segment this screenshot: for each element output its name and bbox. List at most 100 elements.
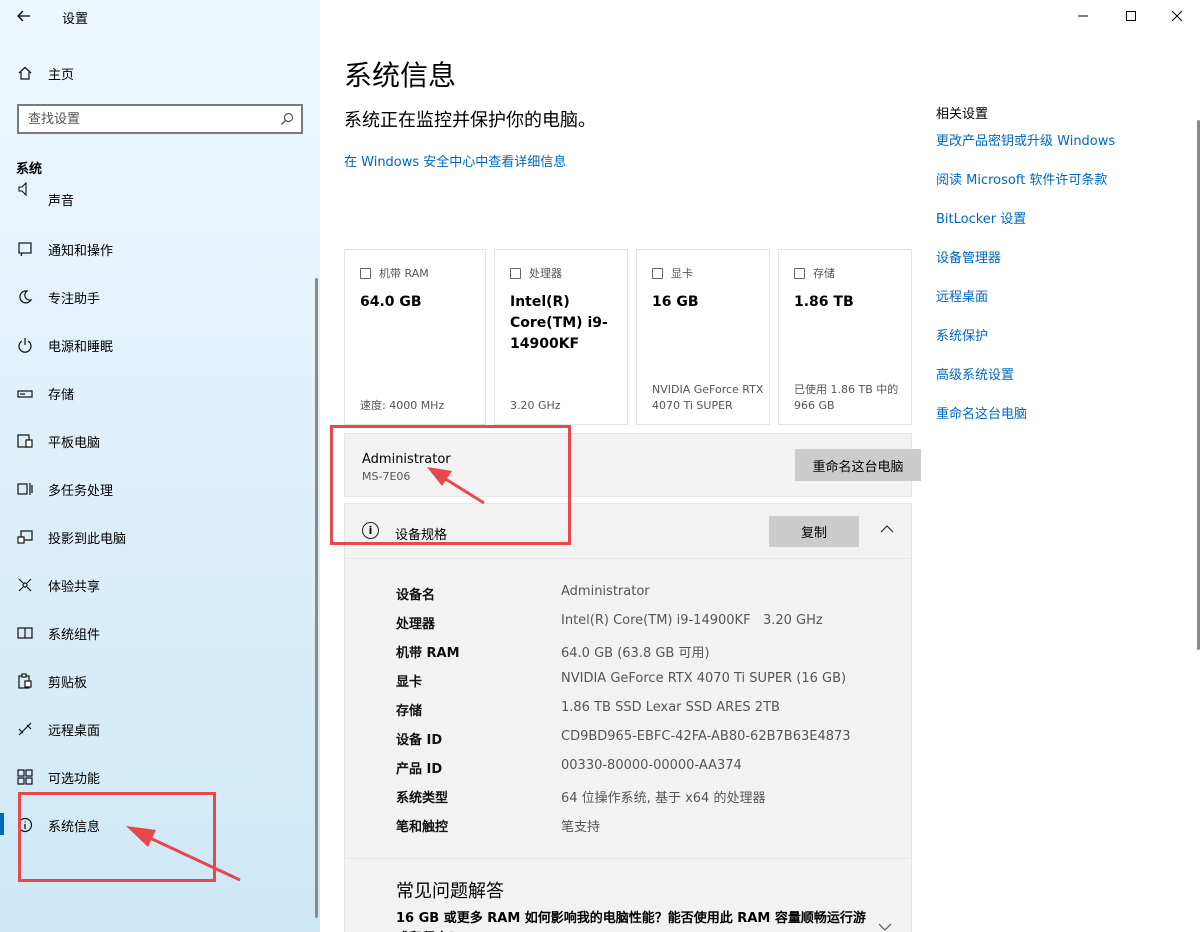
sidebar-item-label: 系统组件 (48, 627, 101, 643)
search-input[interactable] (19, 106, 259, 132)
spec-key: 存储 (396, 704, 423, 719)
sidebar-item-tablet[interactable]: 平板电脑 (0, 421, 320, 461)
spec-key: 显卡 (396, 675, 423, 690)
spec-key: 机带 RAM (396, 646, 460, 661)
sidebar-item-label: 专注助手 (48, 291, 101, 307)
back-arrow-icon (17, 10, 30, 22)
card-sub: 速度: 4000 MHz (360, 399, 445, 412)
sidebar-item-label: 远程桌面 (48, 723, 101, 739)
sidebar-item-remote-desktop[interactable]: 远程桌面 (0, 709, 320, 749)
sidebar-item-label: 主页 (48, 67, 75, 83)
annotation-box-device (330, 425, 571, 545)
speaker-icon (16, 182, 34, 198)
clipboard-icon (16, 672, 34, 690)
page-subtitle: 系统正在监控并保护你的电脑。 (344, 110, 596, 131)
spec-key: 产品 ID (396, 762, 443, 777)
faq-section: 常见问题解答 16 GB 或更多 RAM 如何影响我的电脑性能？能否使用此 RA… (344, 858, 912, 932)
sidebar-item-power[interactable]: 电源和睡眠 (0, 325, 320, 365)
sidebar-item-storage[interactable]: 存储 (0, 373, 320, 413)
card-label: 显卡 (671, 267, 693, 280)
moon-icon (16, 288, 34, 306)
components-icon (16, 624, 34, 642)
spec-key: 系统类型 (396, 791, 449, 806)
related-link-advanced[interactable]: 高级系统设置 (936, 364, 1014, 383)
spec-value: Administrator (561, 584, 650, 599)
share-icon (16, 576, 34, 594)
sidebar-item-label: 投影到此电脑 (48, 531, 127, 547)
related-link-device-manager[interactable]: 设备管理器 (936, 247, 1001, 266)
close-icon (1171, 10, 1183, 22)
cpu-icon (510, 267, 521, 279)
sidebar-item-sound[interactable]: 声音 (0, 182, 320, 208)
remote-icon (16, 720, 34, 738)
related-link-remote-desktop[interactable]: 远程桌面 (936, 286, 988, 305)
related-link-bitlocker[interactable]: BitLocker 设置 (936, 208, 1026, 227)
sidebar-item-label: 可选功能 (48, 771, 101, 787)
storage-card: 存储 1.86 TB 已使用 1.86 TB 中的 966 GB (778, 249, 912, 425)
card-value: 1.86 TB (794, 294, 854, 310)
section-title: 系统 (16, 162, 43, 177)
spec-value: 笔支持 (561, 820, 601, 835)
sidebar-item-optional-features[interactable]: 可选功能 (0, 757, 320, 797)
sidebar-item-focus-assist[interactable]: 专注助手 (0, 277, 320, 317)
sidebar-scrollbar[interactable] (315, 278, 318, 918)
sidebar-item-label: 电源和睡眠 (48, 339, 114, 355)
annotation-box-sidebar (18, 792, 216, 882)
card-value: Intel(R) Core(TM) i9-14900KF (510, 294, 608, 352)
search-icon[interactable] (280, 112, 294, 126)
copy-button[interactable]: 复制 (769, 516, 859, 547)
spec-value: 64 位操作系统, 基于 x64 的处理器 (561, 791, 766, 806)
home-icon (16, 64, 34, 82)
app-title: 设置 (62, 12, 89, 27)
sidebar-item-project[interactable]: 投影到此电脑 (0, 517, 320, 557)
sidebar-item-home[interactable]: 主页 (0, 53, 320, 93)
card-sub: NVIDIA GeForce RTX 4070 Ti SUPER (652, 383, 764, 412)
sidebar-item-components[interactable]: 系统组件 (0, 613, 320, 653)
ram-card: 机带 RAM 64.0 GB 速度: 4000 MHz (344, 249, 486, 425)
cpu-card: 处理器 Intel(R) Core(TM) i9-14900KF 3.20 GH… (494, 249, 628, 425)
sidebar-item-notifications[interactable]: 通知和操作 (0, 229, 320, 269)
faq-question[interactable]: 16 GB 或更多 RAM 如何影响我的电脑性能？能否使用此 RAM 容量顺畅运… (396, 909, 876, 932)
card-value: 64.0 GB (360, 294, 422, 310)
spec-value: NVIDIA GeForce RTX 4070 Ti SUPER (16 GB) (561, 671, 847, 686)
rename-pc-button[interactable]: 重命名这台电脑 (795, 449, 921, 481)
sidebar-item-label: 体验共享 (48, 579, 101, 595)
disk-icon (794, 267, 805, 279)
minimize-icon (1078, 15, 1088, 17)
faq-title: 常见问题解答 (396, 881, 504, 902)
related-link-rename[interactable]: 重命名这台电脑 (936, 403, 1027, 422)
sidebar-item-shared[interactable]: 体验共享 (0, 565, 320, 605)
spec-value: 00330-80000-00000-AA374 (561, 758, 742, 773)
spec-key: 处理器 (396, 617, 436, 632)
spec-key: 设备名 (396, 588, 436, 603)
close-button[interactable] (1154, 2, 1200, 30)
chevron-up-icon[interactable] (878, 520, 896, 538)
chevron-down-icon[interactable] (878, 919, 892, 932)
spec-key: 设备 ID (396, 733, 443, 748)
related-link-upgrade[interactable]: 更改产品密钥或升级 Windows (936, 130, 1115, 149)
spec-value: Intel(R) Core(TM) i9-14900KF 3.20 GHz (561, 613, 823, 628)
card-sub: 3.20 GHz (510, 399, 561, 412)
related-title: 相关设置 (936, 107, 989, 122)
sidebar-item-multitasking[interactable]: 多任务处理 (0, 469, 320, 509)
related-link-system-protection[interactable]: 系统保护 (936, 325, 988, 344)
sidebar-item-label: 剪贴板 (48, 675, 88, 691)
power-icon (16, 336, 34, 354)
sidebar-item-label: 通知和操作 (48, 243, 114, 259)
card-label: 机带 RAM (379, 267, 429, 280)
tablet-icon (16, 432, 34, 450)
maximize-button[interactable] (1108, 2, 1154, 30)
sidebar-item-clipboard[interactable]: 剪贴板 (0, 661, 320, 701)
spec-key: 笔和触控 (396, 820, 449, 835)
search-box[interactable] (17, 104, 303, 134)
page-title: 系统信息 (344, 59, 457, 92)
minimize-button[interactable] (1060, 2, 1106, 30)
bell-icon (16, 240, 34, 258)
back-button[interactable] (10, 4, 38, 28)
ram-icon (360, 267, 371, 279)
sidebar-item-label: 平板电脑 (48, 435, 101, 451)
spec-value: 64.0 GB (63.8 GB 可用) (561, 646, 710, 661)
security-center-link[interactable]: 在 Windows 安全中心中查看详细信息 (344, 151, 566, 170)
sidebar-item-label: 多任务处理 (48, 483, 114, 499)
related-link-license[interactable]: 阅读 Microsoft 软件许可条款 (936, 169, 1107, 188)
